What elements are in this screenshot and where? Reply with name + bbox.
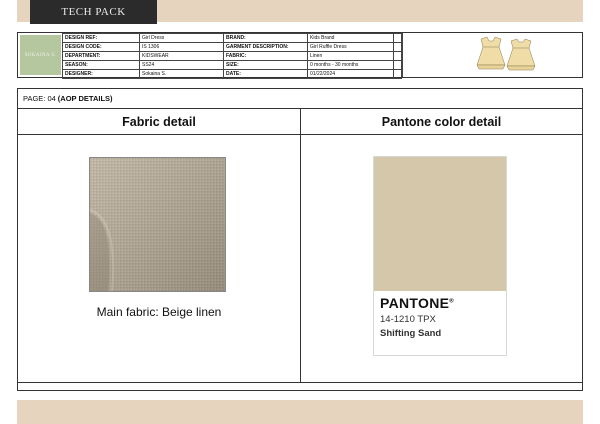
tech-pack-tab: TECH PACK [30, 0, 157, 24]
pantone-color-name: Shifting Sand [380, 328, 442, 339]
spec-label: DESIGNER: [62, 69, 140, 79]
spec-row: DESIGNER: Sokaina S. DATE: 01/22/2024 [62, 69, 402, 79]
spec-label: BRAND: [223, 33, 308, 43]
spec-value: IS 1306 [139, 42, 224, 52]
spec-row: SEASON: SS24 SIZE: 0 months - 30 months [62, 60, 402, 70]
fabric-detail-heading: Fabric detail [122, 115, 196, 129]
dress-sketch-icon [476, 36, 536, 71]
spec-spacer [393, 51, 402, 61]
page-number: PAGE: 04 [23, 94, 56, 103]
spec-value: Girl Ruffle Dress [307, 42, 394, 52]
pantone-color-swatch [374, 157, 506, 291]
spec-spacer [393, 69, 402, 79]
pantone-card: PANTONE® 14-1210 TPX Shifting Sand [373, 156, 507, 356]
brand-logo: SOKAINA S. [20, 35, 61, 75]
spec-value: Girl Dress [139, 33, 224, 43]
spec-label: DATE: [223, 69, 308, 79]
spec-value: Linen [307, 51, 394, 61]
spec-header: SOKAINA S. DESIGN REF: Girl Dress BRAND: Ki… [17, 32, 583, 79]
spec-spacer [393, 42, 402, 52]
spec-value: 0 months - 30 months [307, 60, 394, 70]
pantone-brand: PANTONE® [380, 295, 454, 311]
fabric-caption: Main fabric: Beige linen [96, 305, 222, 319]
footer-line [18, 382, 582, 383]
spec-row: DESIGN REF: Girl Dress BRAND: Kids Brand [62, 33, 402, 43]
tech-pack-label: TECH PACK [61, 6, 126, 18]
spec-value: KIDSWEAR [139, 51, 224, 61]
pantone-detail-heading: Pantone color detail [381, 115, 502, 129]
spec-label: SIZE: [223, 60, 308, 70]
page-section: (AOP DETAILS) [57, 94, 113, 103]
spec-table: DESIGN REF: Girl Dress BRAND: Kids Brand DES… [62, 33, 402, 79]
dress-front-sketch [476, 36, 506, 70]
bottom-decor-band [17, 400, 583, 424]
spec-value: Kids Brand [307, 33, 394, 43]
sketch-box [402, 33, 582, 77]
spec-row: DESIGN CODE: IS 1306 GARMENT DESCRIPTION: G… [62, 42, 402, 52]
spec-value: SS24 [139, 60, 224, 70]
spec-value: Sokaina S. [139, 69, 224, 79]
fabric-swatch-photo [89, 157, 226, 292]
pantone-code: 14-1210 TPX [380, 314, 436, 325]
spec-label: DESIGN CODE: [62, 42, 140, 52]
dress-back-sketch [506, 38, 536, 71]
column-divider [300, 109, 301, 382]
spec-spacer [393, 33, 402, 43]
spec-label: GARMENT DESCRIPTION: [223, 42, 308, 52]
logo-text: SOKAINA S. [24, 52, 57, 58]
spec-label: DEPARTMENT: [62, 51, 140, 61]
spec-row: DEPARTMENT: KIDSWEAR FABRIC: Linen [62, 51, 402, 61]
spec-label: FABRIC: [223, 51, 308, 61]
aop-details-panel: PAGE: 04 (AOP DETAILS) Fabric detail Pan… [17, 88, 583, 391]
page-indicator: PAGE: 04 (AOP DETAILS) [18, 89, 582, 109]
spec-label: DESIGN REF: [62, 33, 140, 43]
spec-label: SEASON: [62, 60, 140, 70]
spec-value: 01/22/2024 [307, 69, 394, 79]
spec-spacer [393, 60, 402, 70]
